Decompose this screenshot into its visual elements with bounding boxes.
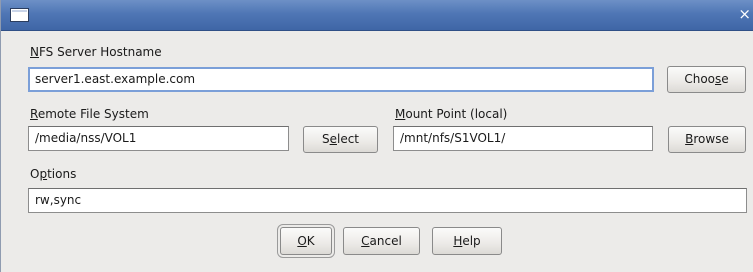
select-button-label: Select bbox=[321, 132, 360, 146]
title-bar[interactable]: × bbox=[1, 0, 753, 31]
select-button[interactable]: Select bbox=[303, 126, 378, 153]
window-menu-icon[interactable] bbox=[10, 8, 29, 22]
remote-fs-label: Remote File System bbox=[30, 107, 149, 121]
choose-button[interactable]: Choose bbox=[667, 66, 746, 93]
mount-point-input[interactable]: /mnt/nfs/S1VOL1/ bbox=[393, 126, 653, 151]
help-button-label: Help bbox=[453, 234, 481, 248]
choose-button-label: Choose bbox=[684, 72, 729, 86]
mount-point-label: Mount Point (local) bbox=[395, 107, 508, 121]
mount-point-value: /mnt/nfs/S1VOL1/ bbox=[400, 131, 506, 145]
remote-fs-value: /media/nss/VOL1 bbox=[35, 131, 137, 145]
options-input[interactable]: rw,sync bbox=[28, 188, 747, 213]
options-value: rw,sync bbox=[35, 193, 82, 207]
cancel-button[interactable]: Cancel bbox=[343, 227, 420, 255]
hostname-label: NFS Server Hostname bbox=[30, 45, 162, 59]
help-button[interactable]: Help bbox=[432, 227, 502, 255]
nfs-mount-dialog: × NFS Server Hostname server1.east.examp… bbox=[0, 0, 753, 272]
close-icon[interactable]: × bbox=[738, 6, 751, 22]
cancel-button-label: Cancel bbox=[361, 234, 402, 248]
hostname-value: server1.east.example.com bbox=[35, 72, 196, 86]
browse-button-label: Browse bbox=[685, 132, 729, 146]
options-label: Options bbox=[30, 167, 77, 181]
hostname-input[interactable]: server1.east.example.com bbox=[28, 67, 654, 92]
remote-fs-input[interactable]: /media/nss/VOL1 bbox=[28, 126, 289, 151]
ok-button-label: OK bbox=[297, 234, 315, 248]
browse-button[interactable]: Browse bbox=[668, 126, 746, 153]
ok-button[interactable]: OK bbox=[277, 224, 335, 258]
